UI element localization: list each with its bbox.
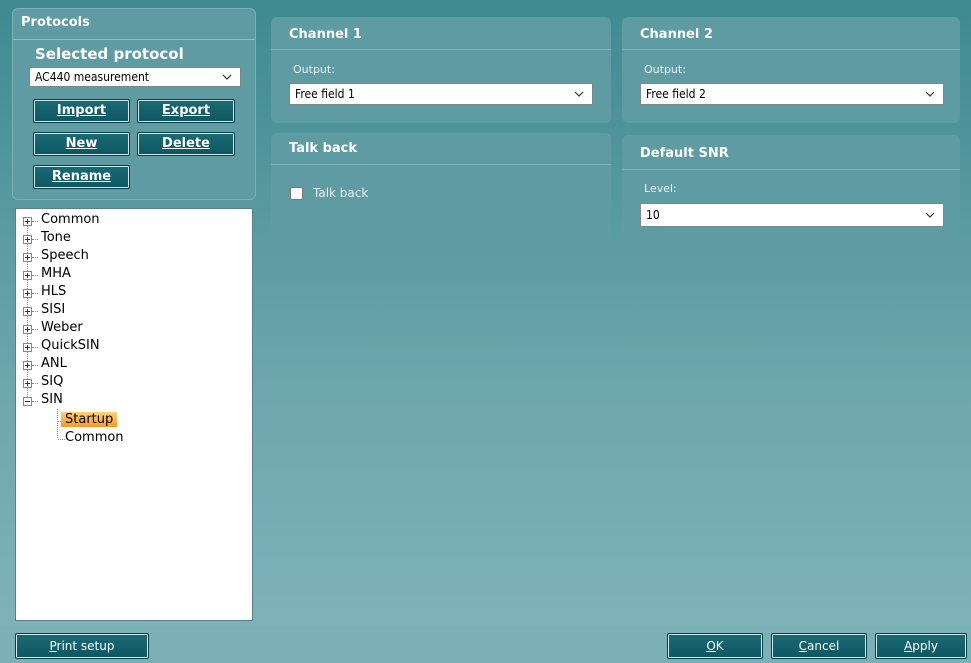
tree-node-label: ANL (41, 356, 67, 371)
tree-connector (32, 275, 38, 276)
tree-connector (32, 293, 38, 294)
expand-icon[interactable] (23, 289, 32, 298)
expand-icon[interactable] (23, 325, 32, 334)
tree-node-label: HLS (41, 284, 67, 299)
channel-2-output-value: Free field 2 (646, 87, 706, 101)
cancel-button[interactable]: Cancel (771, 633, 867, 659)
chevron-down-icon (925, 91, 935, 97)
tree-node-label: QuickSIN (41, 338, 100, 353)
snr-level-value: 10 (646, 208, 660, 222)
level-label: Level: (644, 182, 677, 195)
expand-icon[interactable] (23, 343, 32, 352)
tree-connector (32, 257, 38, 258)
tree-node-label: SISI (41, 302, 66, 317)
expand-icon[interactable] (23, 271, 32, 280)
channel-1-panel: Channel 1 Output: Free field 1 (271, 17, 611, 123)
talk-back-title: Talk back (289, 141, 358, 156)
expand-icon[interactable] (23, 217, 32, 226)
tree-connector (32, 329, 38, 330)
protocol-select-value: AC440 measurement (35, 70, 150, 84)
tree-node-label: SIQ (41, 374, 64, 389)
channel-1-output-select[interactable]: Free field 1 (289, 83, 593, 105)
tree-connector (32, 311, 38, 312)
expand-icon[interactable] (23, 253, 32, 262)
snr-level-select[interactable]: 10 (640, 203, 944, 227)
tree-connector (57, 409, 58, 438)
import-button[interactable]: Import (33, 99, 130, 123)
print-setup-button[interactable]: Print setup (15, 633, 149, 659)
settings-window: Protocols Selected protocol AC440 measur… (0, 0, 971, 663)
talk-back-checkbox[interactable] (290, 187, 303, 200)
divider (622, 49, 960, 50)
chevron-down-icon (574, 91, 584, 97)
default-snr-title: Default SNR (640, 146, 729, 161)
tree-node-label: Startup (61, 412, 118, 427)
talk-back-checkbox-label[interactable]: Talk back (313, 186, 368, 200)
tree-connector (32, 401, 38, 402)
tree-node-label: Tone (41, 230, 71, 245)
chevron-down-icon (222, 74, 232, 80)
divider (622, 169, 960, 170)
channel-2-output-select[interactable]: Free field 2 (640, 83, 944, 105)
tree-node-label: MHA (41, 266, 71, 281)
expand-icon[interactable] (23, 235, 32, 244)
tree-connector (32, 365, 38, 366)
default-snr-panel: Default SNR Level: 10 (622, 135, 960, 243)
tree-connector (32, 347, 38, 348)
tree-node-label: Weber (41, 320, 83, 335)
talk-back-panel: Talk back Talk back (271, 133, 611, 243)
apply-button[interactable]: Apply (875, 633, 967, 659)
selected-protocol-label: Selected protocol (35, 45, 184, 63)
divider (271, 49, 611, 50)
divider (13, 39, 255, 40)
tree-connector (32, 383, 38, 384)
delete-button[interactable]: Delete (137, 132, 235, 156)
expand-icon[interactable] (23, 379, 32, 388)
tree-node-label: SIN (41, 392, 63, 407)
output-label: Output: (293, 63, 335, 76)
expand-icon[interactable] (23, 307, 32, 316)
tree-node-label: Common (65, 430, 124, 445)
chevron-down-icon (925, 212, 935, 218)
tree-connector (32, 221, 38, 222)
protocols-panel: Protocols Selected protocol AC440 measur… (12, 8, 256, 200)
protocols-title: Protocols (21, 15, 90, 30)
footer-bar: Print setup OK Cancel Apply (0, 626, 971, 663)
tree-connector (58, 439, 65, 440)
expand-icon[interactable] (23, 361, 32, 370)
protocol-select[interactable]: AC440 measurement (29, 67, 241, 87)
tree-connector (32, 239, 38, 240)
channel-2-title: Channel 2 (640, 27, 713, 42)
rename-button[interactable]: Rename (33, 165, 130, 189)
channel-2-panel: Channel 2 Output: Free field 2 (622, 17, 960, 123)
divider (271, 164, 611, 165)
ok-button[interactable]: OK (667, 633, 763, 659)
tree-node-label: Common (41, 212, 100, 227)
output-label: Output: (644, 63, 686, 76)
protocol-tree: Common Tone Speech MHA HLS SISI Weber Qu… (15, 208, 253, 621)
channel-1-title: Channel 1 (289, 27, 362, 42)
export-button[interactable]: Export (137, 99, 235, 123)
collapse-icon[interactable] (23, 397, 32, 406)
channel-1-output-value: Free field 1 (295, 87, 355, 101)
tree-node-label: Speech (41, 248, 89, 263)
new-button[interactable]: New (33, 132, 130, 156)
